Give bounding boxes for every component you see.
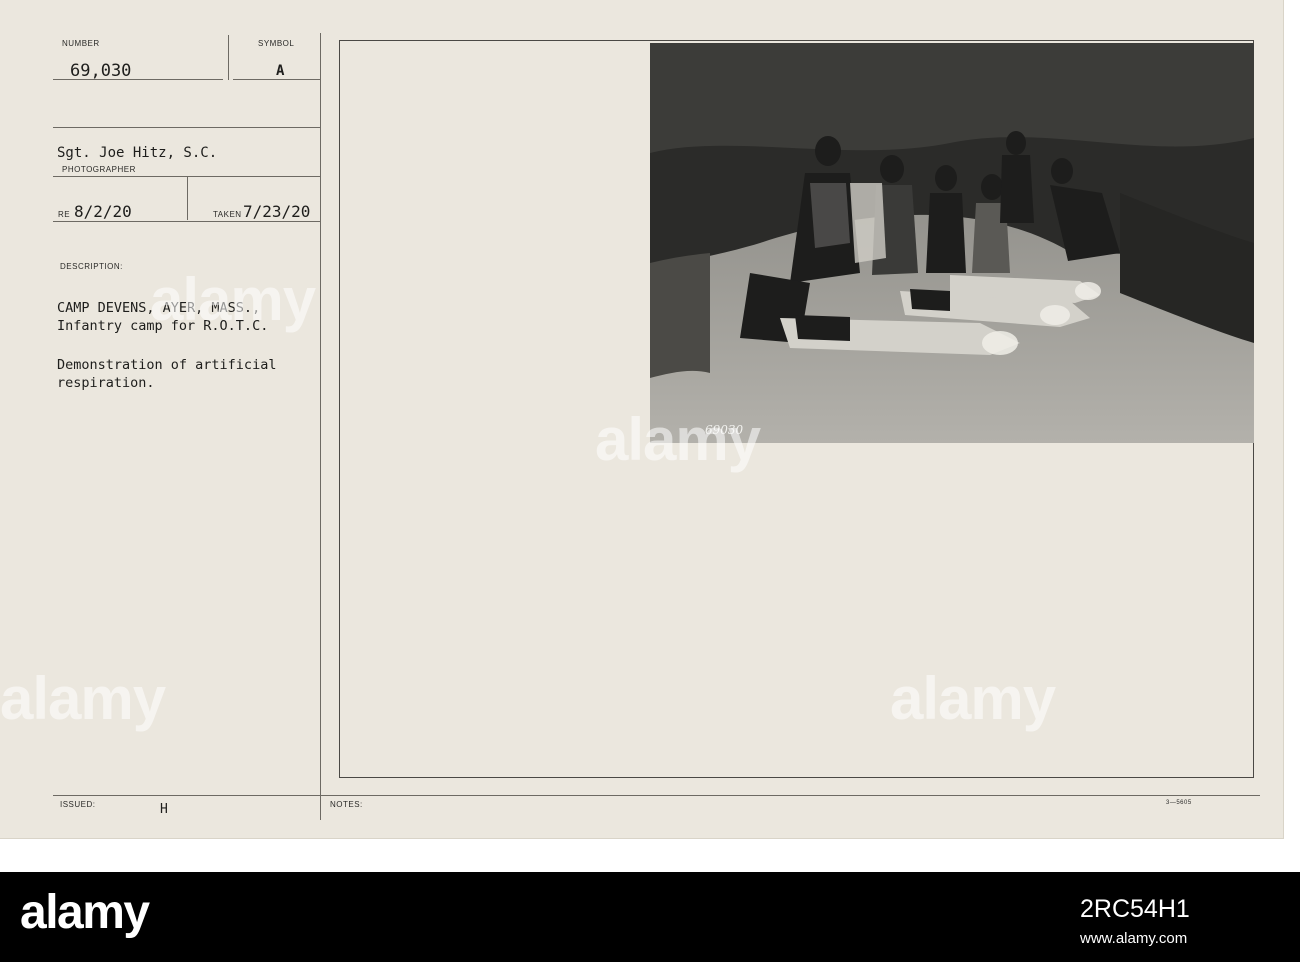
description-line-5: respiration.	[57, 375, 155, 391]
dates-rule	[53, 221, 320, 222]
footer-image-id: 2RC54H1	[1080, 895, 1190, 923]
notes-label: NOTES:	[330, 800, 363, 809]
photographer-top-rule	[53, 127, 320, 128]
footer-site: www.alamy.com	[1080, 930, 1188, 947]
received-taken-divider	[187, 176, 188, 220]
watermark-2: alamy	[595, 406, 761, 473]
issued-notes-divider	[320, 796, 321, 820]
photographer-label: PHOTOGRAPHER	[62, 165, 136, 174]
photographer-name: Sgt. Joe Hitz, S.C.	[57, 145, 218, 161]
received-label: RE	[58, 210, 71, 219]
photograph-drawing	[650, 43, 1254, 443]
number-value: 69,030	[70, 61, 132, 81]
number-symbol-divider	[228, 35, 229, 80]
footer-logo: alamy	[20, 886, 150, 939]
description-label: DESCRIPTION:	[60, 262, 123, 271]
symbol-rule	[233, 79, 320, 80]
received-value: 8/2/20	[74, 202, 132, 221]
watermark-3: alamy	[0, 665, 166, 732]
watermark-1: alamy	[150, 266, 316, 333]
photograph	[650, 43, 1254, 443]
symbol-value: A	[276, 63, 285, 79]
issued-value: H	[160, 802, 168, 817]
symbol-label: SYMBOL	[258, 39, 295, 48]
number-label: NUMBER	[62, 39, 100, 48]
issued-label: ISSUED:	[60, 800, 96, 809]
form-number: 3—5605	[1166, 800, 1192, 806]
watermark-4: alamy	[890, 665, 1056, 732]
left-column-right-border	[320, 33, 321, 820]
taken-label: TAKEN	[213, 210, 242, 219]
bottom-rule	[53, 795, 1260, 796]
taken-value: 7/23/20	[243, 202, 311, 221]
description-line-4: Demonstration of artificial	[57, 357, 277, 373]
